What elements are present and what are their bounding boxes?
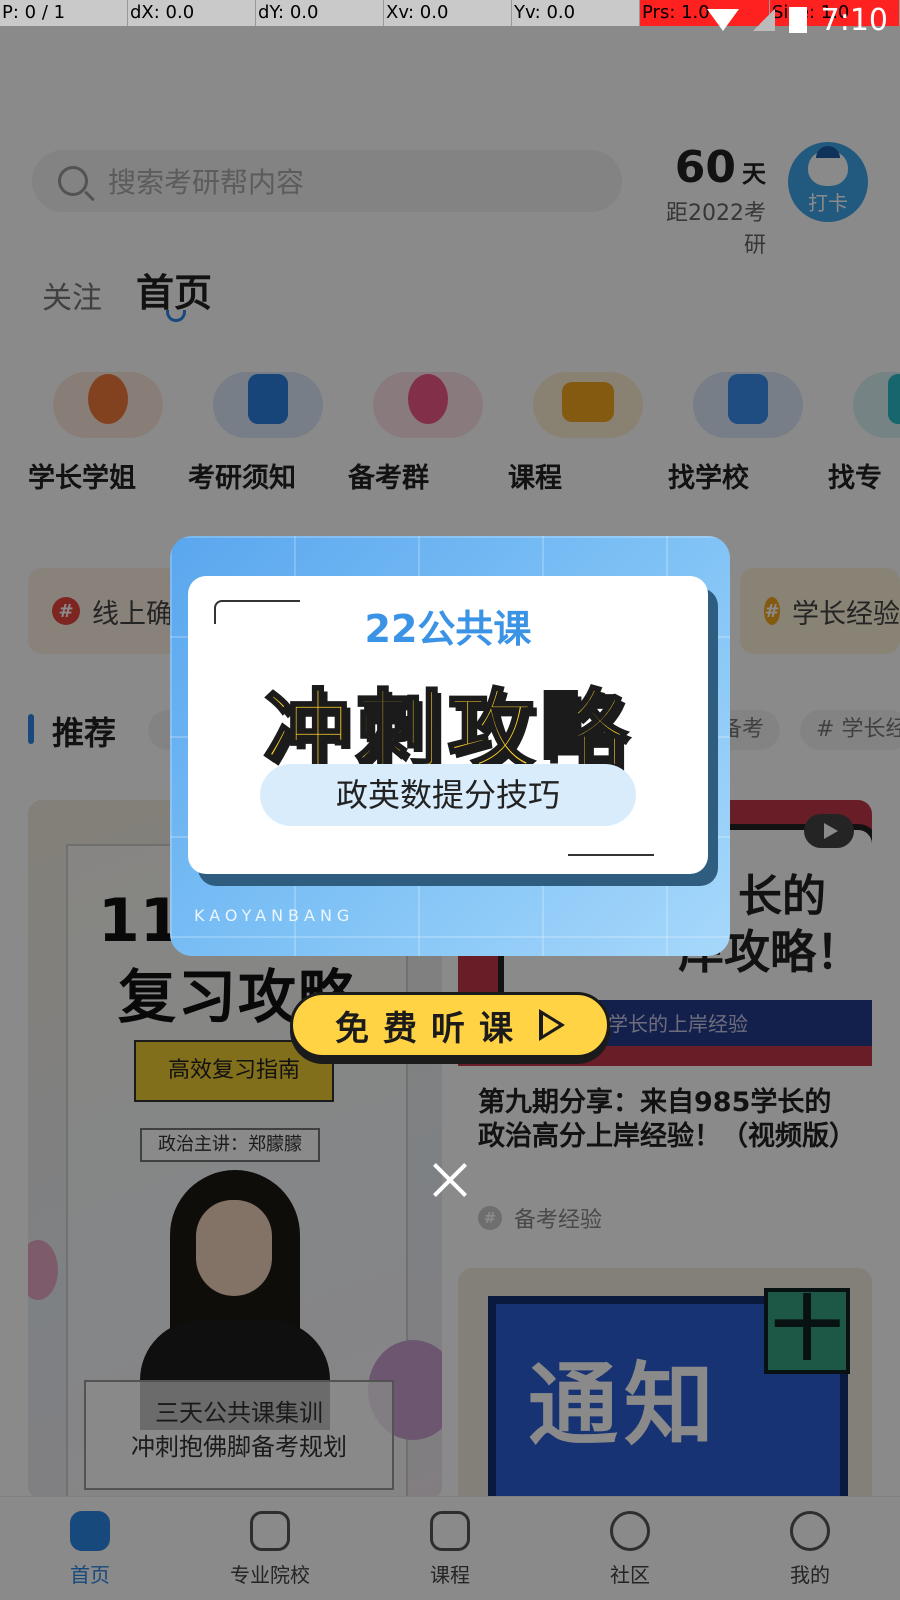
close-icon[interactable]	[430, 1160, 470, 1200]
status-bar: 7:10	[706, 0, 888, 40]
promo-line-decor	[568, 854, 654, 856]
promo-popup[interactable]: 22公共课 冲刺攻略 政英数提分技巧 KAOYANBANG	[170, 536, 730, 956]
status-time: 7:10	[820, 2, 888, 38]
debug-dy: dY: 0.0	[256, 0, 384, 26]
wifi-icon	[706, 9, 739, 31]
debug-xv: Xv: 0.0	[384, 0, 512, 26]
debug-pointer: P: 0 / 1	[0, 0, 128, 26]
signal-icon	[752, 9, 775, 31]
free-listen-button[interactable]: 免费听课	[290, 992, 610, 1058]
battery-icon	[788, 7, 807, 33]
promo-pill: 政英数提分技巧	[260, 764, 636, 826]
play-icon	[539, 1009, 565, 1041]
promo-brand: KAOYANBANG	[194, 906, 355, 925]
debug-yv: Yv: 0.0	[512, 0, 640, 26]
free-listen-label: 免费听课	[335, 1008, 527, 1049]
debug-dx: dX: 0.0	[128, 0, 256, 26]
promo-subtitle: 22公共课	[364, 607, 532, 651]
promo-card: 22公共课 冲刺攻略 政英数提分技巧	[188, 576, 708, 874]
